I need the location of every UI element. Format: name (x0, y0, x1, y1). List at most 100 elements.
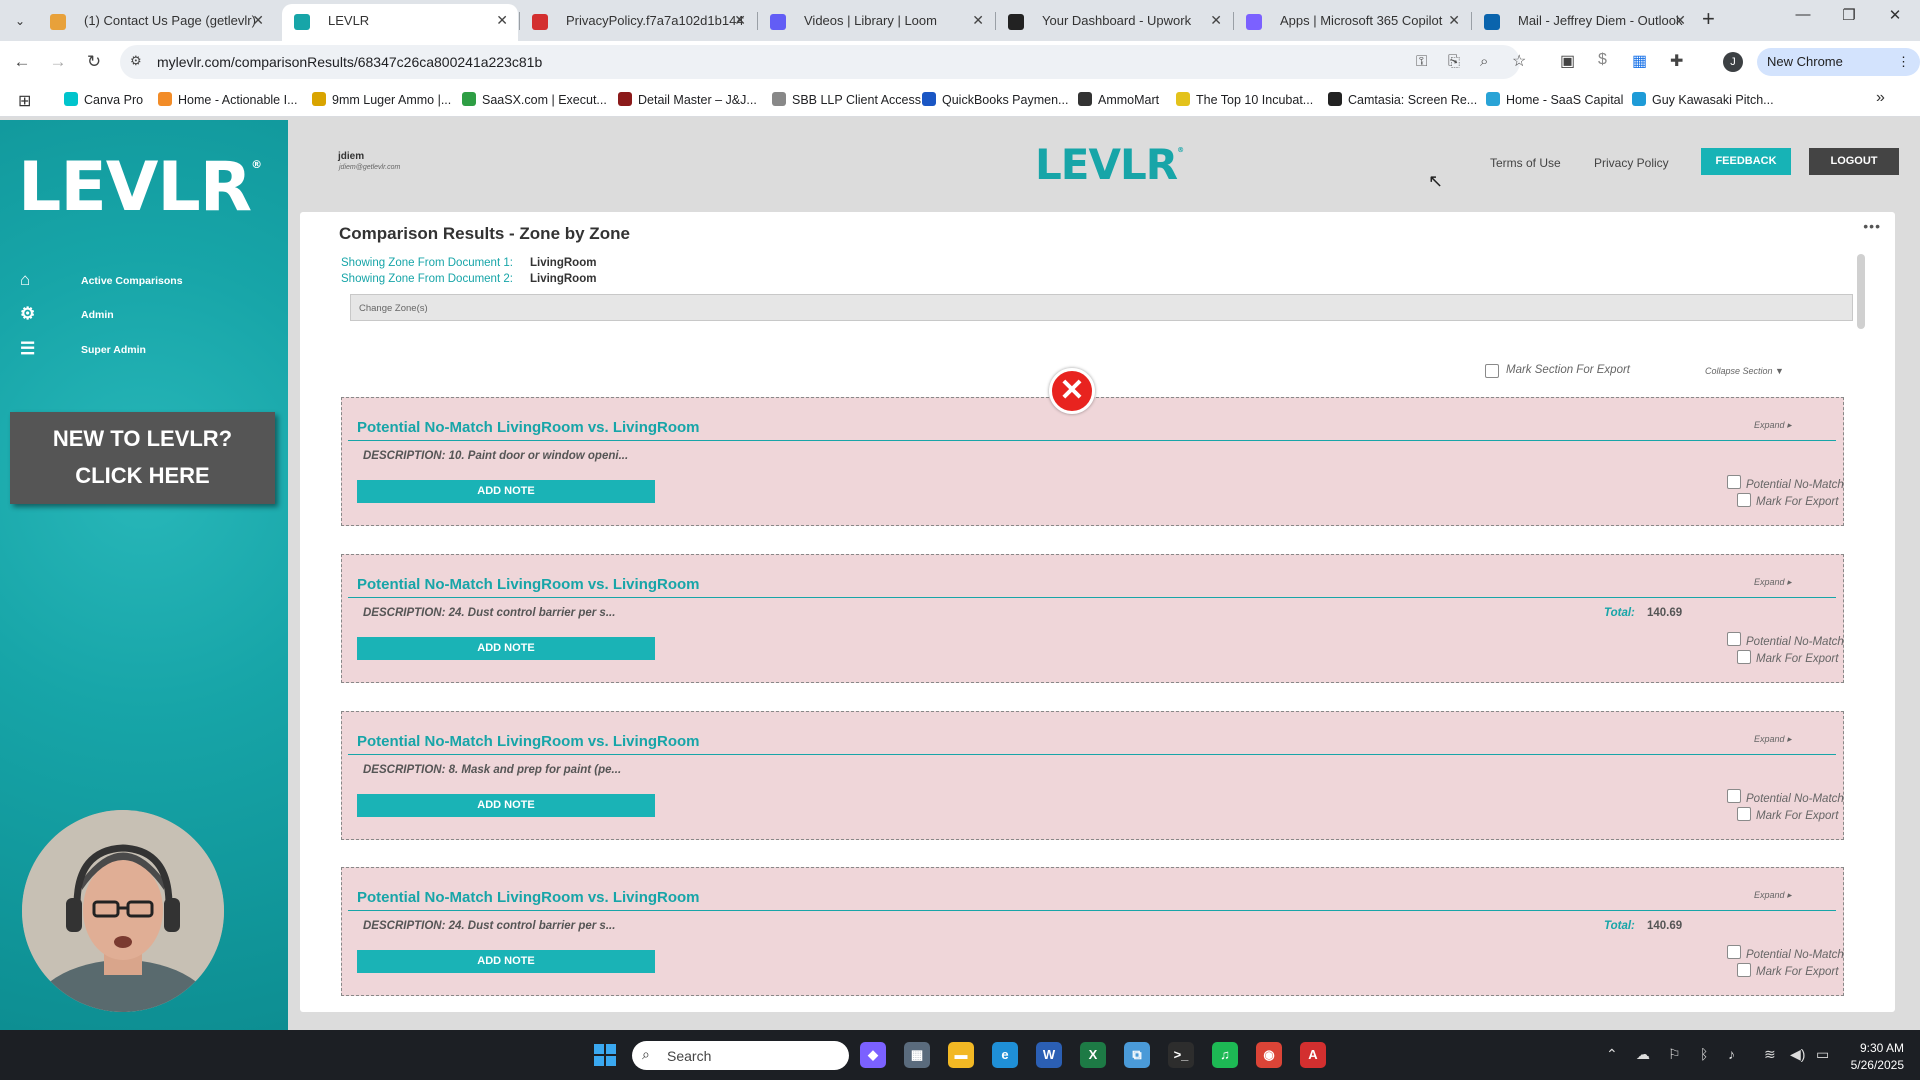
collapse-section-toggle[interactable]: Collapse Section ▼ (1705, 366, 1784, 376)
taskbar-time[interactable]: 9:30 AM (1852, 1041, 1904, 1055)
calculator-app-icon[interactable]: ▦ (904, 1042, 930, 1068)
tab-6[interactable]: Mail - Jeffrey Diem - Outlook ✕ (1472, 4, 1696, 41)
bookmark-11[interactable]: Guy Kawasaki Pitch... (1632, 92, 1774, 107)
spotify-app-icon[interactable]: ♫ (1212, 1042, 1238, 1068)
close-tab-icon[interactable]: ✕ (1674, 4, 1686, 37)
bookmark-8[interactable]: The Top 10 Incubat... (1176, 92, 1313, 107)
mark-for-export-checkbox[interactable] (1737, 807, 1751, 821)
bookmark-5[interactable]: SBB LLP Client Access (772, 92, 921, 107)
feedback-button[interactable]: FEEDBACK (1701, 148, 1791, 175)
expand-toggle[interactable]: Expand ▸ (1754, 890, 1792, 901)
extension-icon[interactable]: ▣ (1560, 51, 1575, 71)
dollar-extension-icon[interactable]: $ (1598, 51, 1607, 69)
acrobat-app-icon[interactable]: A (1300, 1042, 1326, 1068)
bookmark-3[interactable]: SaaSX.com | Execut... (462, 92, 607, 107)
back-button[interactable]: ← (10, 50, 34, 74)
tab-2[interactable]: PrivacyPolicy.f7a7a102d1b144f... ✕ (520, 4, 756, 41)
mark-for-export-checkbox[interactable] (1737, 493, 1751, 507)
close-tab-icon[interactable]: ✕ (972, 4, 984, 37)
onedrive-icon[interactable]: ☁ (1636, 1046, 1650, 1063)
bookmark-star-icon[interactable]: ☆ (1512, 51, 1526, 71)
zoom-icon[interactable]: ⌕ (1480, 53, 1488, 70)
excel-app-icon[interactable]: X (1080, 1042, 1106, 1068)
bookmark-1[interactable]: Home - Actionable I... (158, 92, 298, 107)
bookmark-0[interactable]: Canva Pro (64, 92, 143, 107)
mark-section-checkbox[interactable] (1485, 364, 1499, 378)
add-note-button[interactable]: ADD NOTE (357, 637, 655, 660)
extensions-puzzle-icon[interactable]: ✚ (1670, 51, 1683, 71)
tab-1[interactable]: LEVLR ✕ (282, 4, 518, 41)
site-info-icon[interactable]: ⚙ (130, 53, 142, 69)
close-tab-icon[interactable]: ✕ (496, 4, 508, 37)
close-tab-icon[interactable]: ✕ (1448, 4, 1460, 37)
chrome-app-icon[interactable]: ◉ (1256, 1042, 1282, 1068)
tab-search-button[interactable]: ⌄ (8, 10, 32, 32)
close-tab-icon[interactable]: ✕ (1210, 4, 1222, 37)
bookmark-9[interactable]: Camtasia: Screen Re... (1328, 92, 1477, 107)
edge-app-icon[interactable]: e (992, 1042, 1018, 1068)
extension-badge-icon[interactable]: ▦ (1632, 51, 1647, 71)
show-hidden-icons-icon[interactable]: ⌃ (1606, 1046, 1618, 1063)
panel-scrollbar[interactable] (1857, 254, 1865, 329)
terminal-app-icon[interactable]: >_ (1168, 1042, 1194, 1068)
forward-button[interactable]: → (46, 50, 70, 74)
bookmark-4[interactable]: Detail Master – J&J... (618, 92, 757, 107)
terms-of-use-link[interactable]: Terms of Use (1490, 156, 1561, 170)
taskbar-search-box[interactable]: ⌕ Search (632, 1041, 849, 1070)
address-bar[interactable]: ⚙ mylevlr.com/comparisonResults/68347c26… (120, 45, 1520, 79)
file-explorer-app-icon[interactable]: ▬ (948, 1042, 974, 1068)
potential-no-match-checkbox[interactable] (1727, 632, 1741, 646)
add-note-button[interactable]: ADD NOTE (357, 794, 655, 817)
install-app-icon[interactable]: ⎘ (1448, 53, 1460, 70)
privacy-policy-link[interactable]: Privacy Policy (1594, 156, 1669, 170)
new-to-levlr-button[interactable]: NEW TO LEVLR? CLICK HERE (10, 412, 275, 504)
more-bookmarks-icon[interactable]: » (1876, 89, 1885, 107)
add-note-button[interactable]: ADD NOTE (357, 480, 655, 503)
change-zones-bar[interactable]: Change Zone(s) (350, 294, 1853, 321)
bookmark-10[interactable]: Home - SaaS Capital (1486, 92, 1623, 107)
minimize-window-button[interactable]: — (1780, 6, 1826, 23)
expand-toggle[interactable]: Expand ▸ (1754, 577, 1792, 588)
expand-toggle[interactable]: Expand ▸ (1754, 420, 1792, 431)
bookmark-2[interactable]: 9mm Luger Ammo |... (312, 92, 451, 107)
profile-avatar[interactable]: J (1723, 52, 1743, 72)
reload-button[interactable]: ↻ (82, 50, 106, 74)
panel-menu-icon[interactable]: ••• (1863, 218, 1881, 234)
tab-4[interactable]: Your Dashboard - Upwork ✕ (996, 4, 1232, 41)
potential-no-match-checkbox[interactable] (1727, 475, 1741, 489)
microphone-icon[interactable]: ♪ (1728, 1046, 1735, 1062)
mark-for-export-checkbox[interactable] (1737, 963, 1751, 977)
windows-start-icon[interactable] (594, 1044, 616, 1066)
tab-3[interactable]: Videos | Library | Loom ✕ (758, 4, 994, 41)
copilot-app-icon[interactable]: ◆ (860, 1042, 886, 1068)
chrome-menu-icon[interactable]: ⋮ (1897, 48, 1910, 76)
word-app-icon[interactable]: W (1036, 1042, 1062, 1068)
url-text[interactable]: mylevlr.com/comparisonResults/68347c26ca… (157, 54, 542, 70)
add-note-button[interactable]: ADD NOTE (357, 950, 655, 973)
volume-icon[interactable]: ◀) (1790, 1046, 1805, 1063)
battery-icon[interactable]: ▭ (1816, 1046, 1829, 1063)
bookmark-6[interactable]: QuickBooks Paymen... (922, 92, 1068, 107)
potential-no-match-checkbox[interactable] (1727, 789, 1741, 803)
network-tray-icon[interactable]: ⚐ (1668, 1046, 1681, 1063)
tab-5[interactable]: Apps | Microsoft 365 Copilot ✕ (1234, 4, 1470, 41)
wifi-icon[interactable]: ≋ (1764, 1046, 1776, 1063)
new-chrome-available-button[interactable]: New Chrome available ⋮ (1757, 48, 1920, 97)
remote-desktop-app-icon[interactable]: ⧉ (1124, 1042, 1150, 1068)
bookmark-7[interactable]: AmmoMart (1078, 92, 1159, 107)
tab-0[interactable]: (1) Contact Us Page (getlevlr) ✕ (38, 4, 274, 41)
sidebar-logo[interactable]: LEVLR® (18, 148, 262, 227)
logout-button[interactable]: LOGOUT (1809, 148, 1899, 175)
close-window-button[interactable]: ✕ (1872, 6, 1918, 24)
potential-no-match-checkbox[interactable] (1727, 945, 1741, 959)
expand-toggle[interactable]: Expand ▸ (1754, 734, 1792, 745)
taskbar-date[interactable]: 5/26/2025 (1836, 1058, 1904, 1072)
password-key-icon[interactable]: ⚿ (1416, 53, 1427, 70)
mark-for-export-checkbox[interactable] (1737, 650, 1751, 664)
apps-grid-icon[interactable]: ⊞ (18, 91, 31, 111)
restore-window-button[interactable]: ❐ (1826, 6, 1872, 24)
header-logo[interactable]: LEVLR® (1035, 140, 1184, 189)
close-tab-icon[interactable]: ✕ (734, 4, 746, 37)
bluetooth-icon[interactable]: ᛒ (1700, 1046, 1708, 1062)
new-tab-button[interactable]: + (1702, 6, 1715, 32)
